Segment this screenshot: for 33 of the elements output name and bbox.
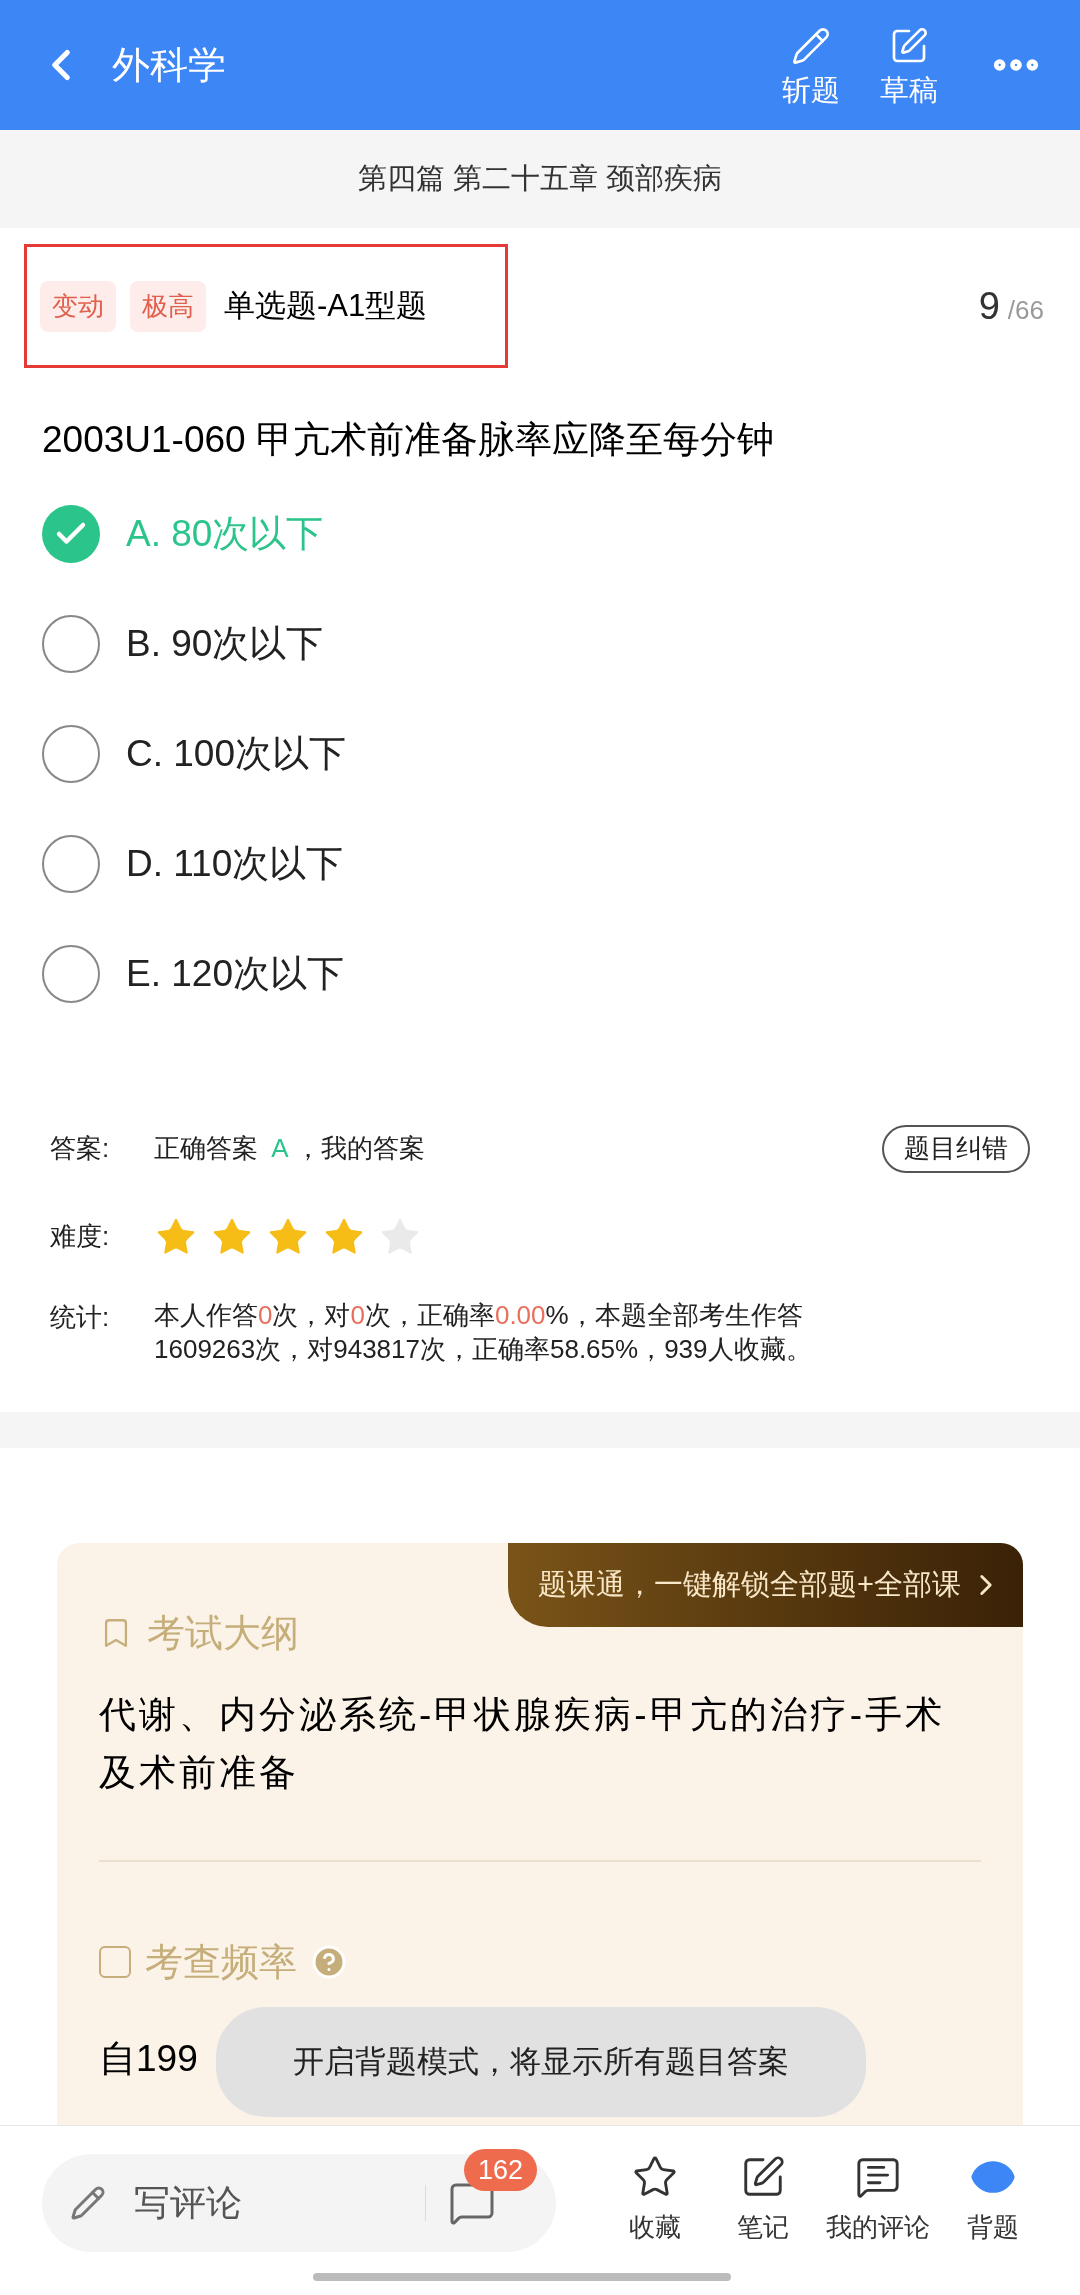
pencil-icon <box>70 2185 106 2221</box>
question-number: 9 <box>978 283 1000 329</box>
answer-option[interactable]: D. 110次以下 <box>42 833 1038 894</box>
toast: 开启背题模式，将显示所有题目答案 <box>216 2007 866 2117</box>
stats-label: 统计: <box>50 1300 111 1334</box>
outline-text: 代谢、内分泌系统-甲状腺疾病-甲亢的治疗-手术及术前准备 <box>99 1692 946 1795</box>
difficulty-label: 难度: <box>50 1220 111 1253</box>
tag: 极高 <box>130 280 206 332</box>
section-title: 考试大纲 <box>147 1610 299 1656</box>
bottom-tab[interactable]: 我的评论 <box>826 2154 930 2247</box>
comment-count-badge: 162 <box>464 2149 538 2191</box>
answer-text: 正确答案 A ，我的答案 <box>154 1132 425 1165</box>
section-title: 考查频率 <box>145 1939 297 1985</box>
question-total: /66 <box>1007 293 1044 327</box>
bottom-tab[interactable]: 背题 <box>948 2154 1038 2247</box>
toolbar-button[interactable]: 斩题 <box>782 25 840 105</box>
question-text: 2003U1-060 甲亢术前准备脉率应降至每分钟 <box>41 418 775 462</box>
tag: 变动 <box>40 280 116 332</box>
toolbar-button[interactable]: 草稿 <box>880 25 938 105</box>
report-error-button[interactable]: 题目纠错 <box>882 1124 1030 1173</box>
promo-banner[interactable]: 题课通，一键解锁全部题+全部课 <box>508 1542 1023 1627</box>
page-title: 外科学 <box>112 42 226 88</box>
bottom-tab[interactable]: 收藏 <box>610 2154 700 2247</box>
help-icon[interactable] <box>311 1944 347 1980</box>
stats-text: 本人作答0次，对0次，正确率0.00%，本题全部考生作答1609263次，对943817次，正确率58.65%，939人收藏。 <box>154 1298 813 1366</box>
frequency-text: 自199 <box>99 2036 198 2081</box>
bottom-tab[interactable]: 笔记 <box>718 2154 808 2247</box>
answer-option[interactable]: C. 100次以下 <box>42 723 1038 784</box>
answer-label: 答案: <box>50 1132 111 1165</box>
question-type: 单选题-A1型题 <box>224 286 428 325</box>
chapter-bar: 第四篇 第二十五章 颈部疾病 <box>0 130 1080 228</box>
answer-option[interactable]: B. 90次以下 <box>42 613 1038 674</box>
answer-option[interactable]: E. 120次以下 <box>42 943 1038 1004</box>
